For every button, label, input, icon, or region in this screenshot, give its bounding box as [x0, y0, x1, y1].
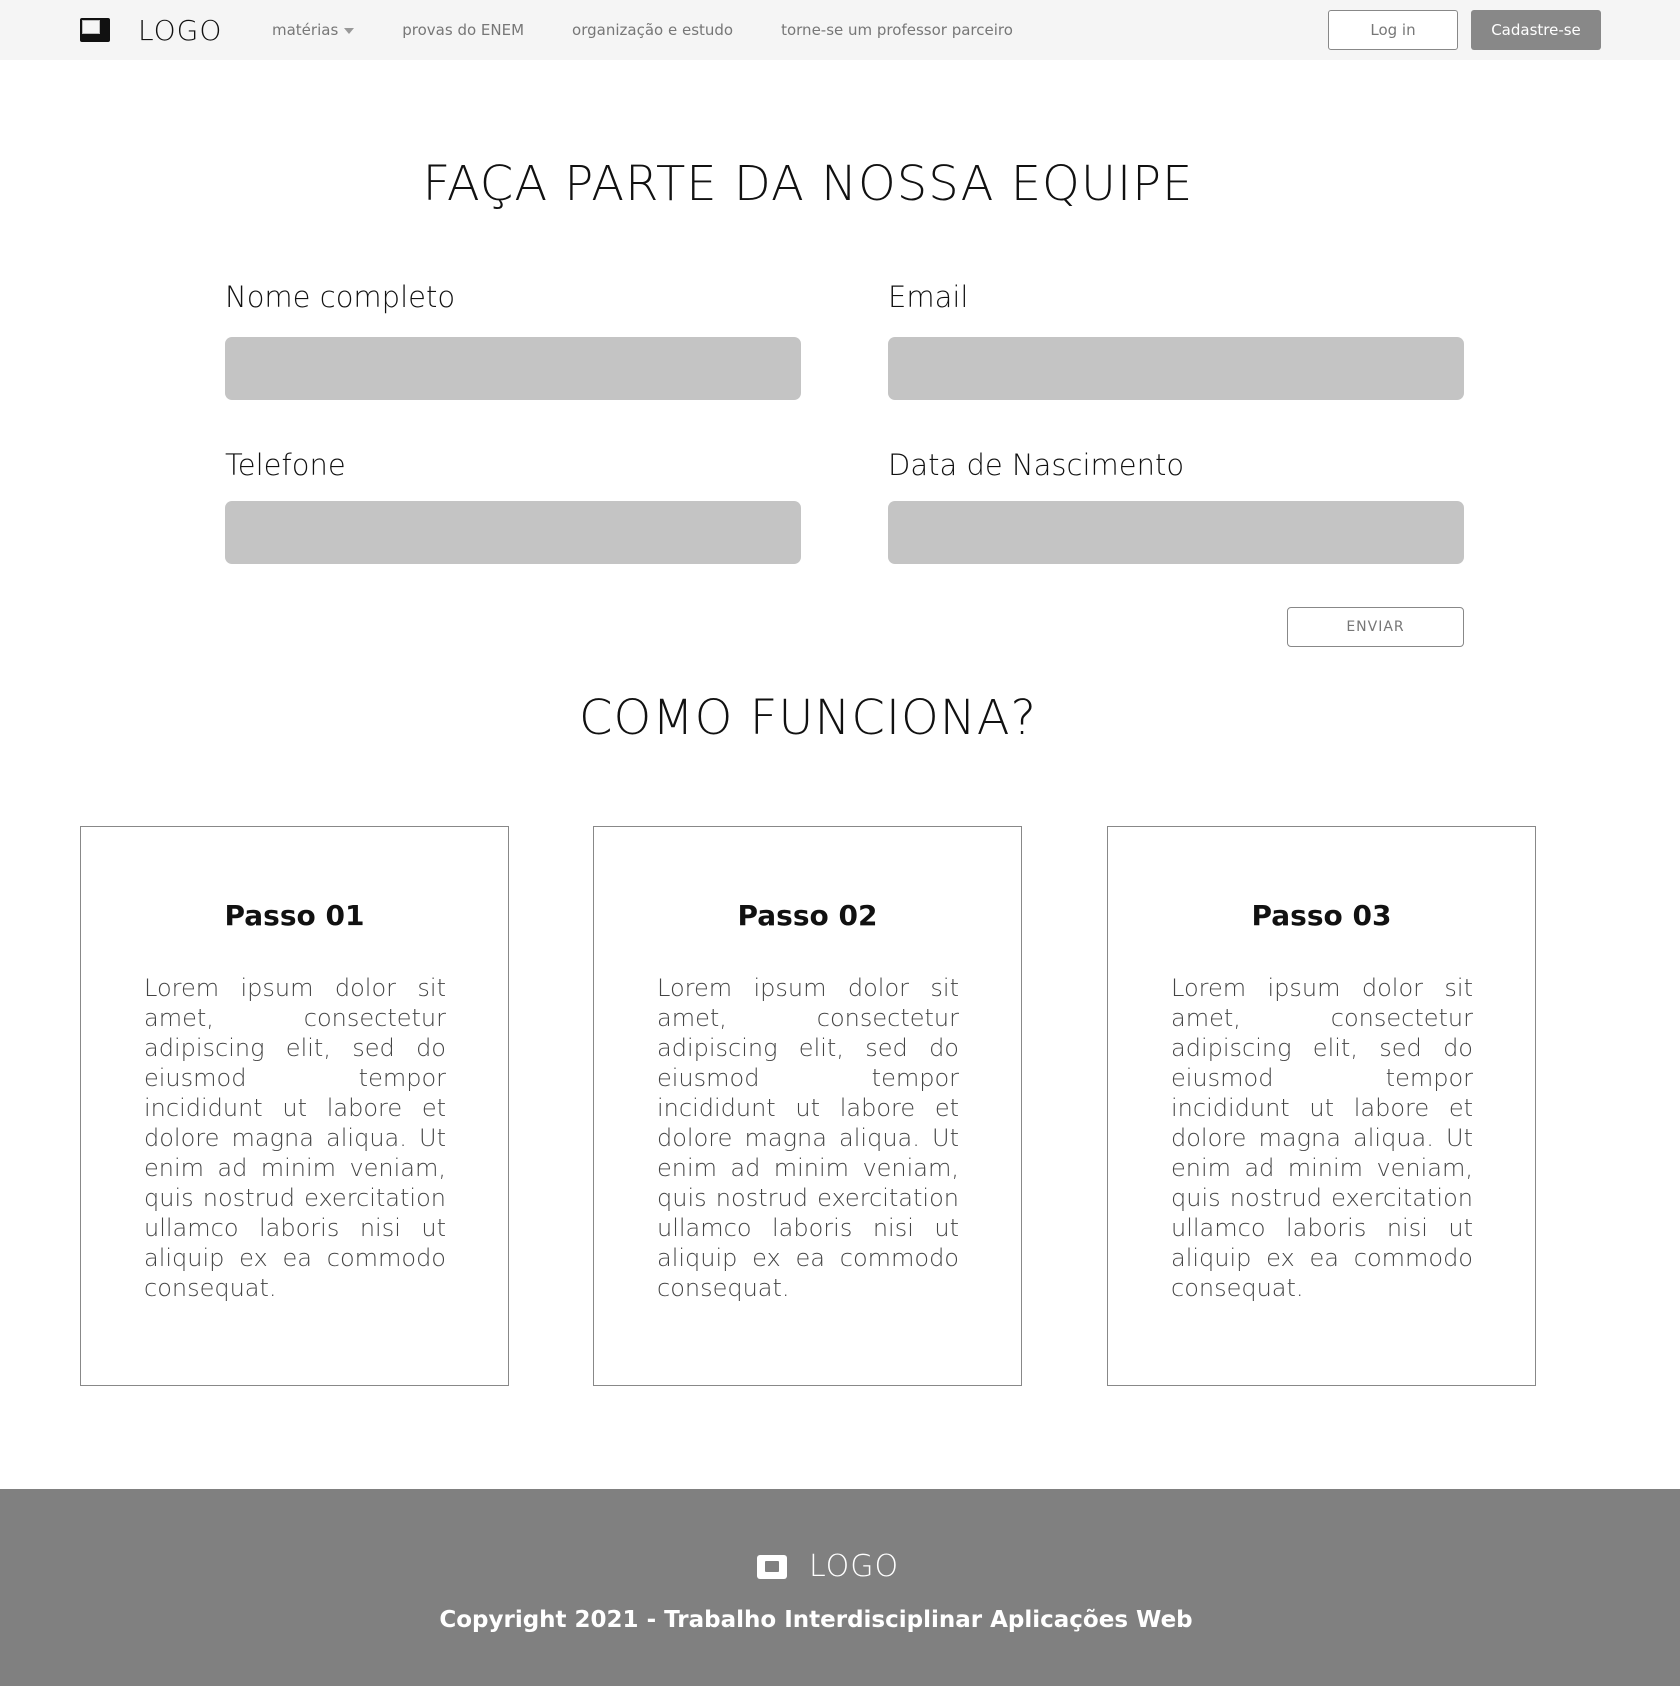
- signup-button[interactable]: Cadastre-se: [1471, 10, 1601, 50]
- step-text: Lorem ipsum dolor sit amet, consectetur …: [1171, 974, 1473, 1302]
- caret-down-icon: [344, 28, 355, 34]
- logo-icon: [756, 1554, 787, 1579]
- step-card-3: Passo 03 Lorem ipsum dolor sit amet, con…: [1107, 826, 1536, 1386]
- email-label: Email: [888, 280, 969, 314]
- name-input[interactable]: [225, 337, 801, 400]
- phone-input[interactable]: [225, 501, 801, 564]
- birthdate-input[interactable]: [888, 501, 1464, 564]
- nav-link-materias[interactable]: matérias: [272, 21, 355, 39]
- name-label: Nome completo: [225, 280, 456, 314]
- step-title: Passo 03: [1251, 899, 1392, 932]
- navbar: LOGO matérias provas do ENEM organização…: [0, 0, 1680, 60]
- footer-logo: LOGO: [0, 1549, 1680, 1584]
- phone-label: Telefone: [225, 448, 346, 482]
- nav-link-label: provas do ENEM: [402, 21, 525, 39]
- nav-link-label: torne-se um professor parceiro: [781, 21, 1013, 39]
- team-title: FAÇA PARTE DA NOSSA EQUIPE: [422, 156, 1194, 212]
- step-card-2: Passo 02 Lorem ipsum dolor sit amet, con…: [593, 826, 1022, 1386]
- footer-logo-text: LOGO: [808, 1549, 900, 1584]
- birthdate-label: Data de Nascimento: [888, 448, 1185, 482]
- email-input[interactable]: [888, 337, 1464, 400]
- nav-links: matérias provas do ENEM organização e es…: [272, 0, 1061, 60]
- nav-link-label: matérias: [272, 21, 339, 39]
- nav-link-provas-enem[interactable]: provas do ENEM: [402, 21, 524, 39]
- logo-icon: [80, 18, 110, 42]
- footer: LOGO Copyright 2021 - Trabalho Interdisc…: [0, 1489, 1680, 1686]
- how-title: COMO FUNCIONA?: [578, 690, 1038, 746]
- nav-logo[interactable]: LOGO: [80, 12, 222, 48]
- nav-link-organizacao-estudo[interactable]: organização e estudo: [572, 21, 733, 39]
- step-card-1: Passo 01 Lorem ipsum dolor sit amet, con…: [80, 826, 509, 1386]
- nav-link-professor-parceiro[interactable]: torne-se um professor parceiro: [781, 21, 1013, 39]
- logo-text: LOGO: [138, 13, 223, 47]
- step-text: Lorem ipsum dolor sit amet, consectetur …: [657, 974, 959, 1302]
- copyright-text: Copyright 2021 - Trabalho Interdisciplin…: [439, 1607, 1193, 1633]
- step-text: Lorem ipsum dolor sit amet, consectetur …: [144, 974, 446, 1302]
- step-title: Passo 02: [737, 899, 878, 932]
- send-button[interactable]: ENVIAR: [1287, 607, 1464, 647]
- login-button[interactable]: Log in: [1328, 10, 1458, 50]
- step-title: Passo 01: [224, 899, 365, 932]
- nav-link-label: organização e estudo: [572, 21, 734, 39]
